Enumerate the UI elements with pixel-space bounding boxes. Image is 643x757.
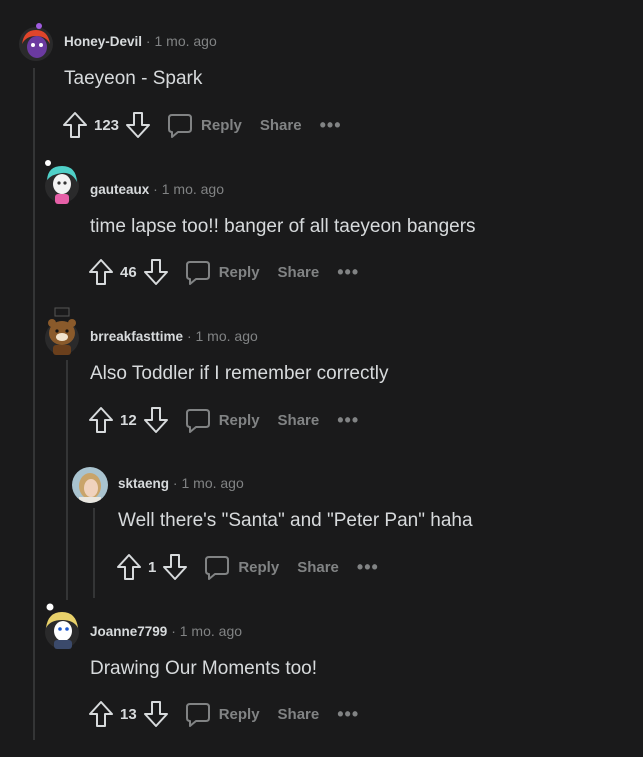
- avatar-brreakfasttime-icon: [45, 307, 79, 355]
- meta-separator: ·: [186, 328, 192, 344]
- comment-body: Also Toddler if I remember correctly: [90, 363, 389, 384]
- avatar[interactable]: [16, 22, 53, 61]
- reply-label: Reply: [218, 411, 260, 429]
- thread-line-sktaeng[interactable]: [93, 508, 95, 598]
- reply-button[interactable]: Reply: [185, 259, 260, 285]
- share-button[interactable]: Share: [278, 412, 320, 429]
- more-horizontal-icon[interactable]: •••: [337, 410, 359, 431]
- share-button[interactable]: Share: [278, 706, 320, 723]
- reply-button[interactable]: Reply: [204, 554, 279, 580]
- vote-count: 12: [120, 411, 137, 429]
- avatar-sktaeng-icon: [72, 467, 108, 503]
- speech-bubble-icon: [205, 556, 230, 580]
- timestamp[interactable]: 1 mo. ago: [196, 328, 258, 344]
- reply-button[interactable]: Reply: [185, 701, 260, 727]
- share-button[interactable]: Share: [278, 264, 320, 281]
- arrow-down-icon[interactable]: [143, 406, 169, 434]
- timestamp[interactable]: 1 mo. ago: [181, 475, 243, 491]
- speech-bubble-icon: [168, 114, 193, 138]
- author-name[interactable]: sktaeng: [118, 476, 169, 491]
- more-horizontal-icon[interactable]: •••: [337, 704, 359, 725]
- comment-body: Taeyeon - Spark: [64, 68, 203, 89]
- thread-line-brreakfasttime[interactable]: [66, 360, 68, 600]
- arrow-up-icon[interactable]: [88, 258, 114, 286]
- share-button[interactable]: Share: [260, 117, 302, 134]
- avatar-joanne7799-icon: [45, 603, 79, 649]
- avatar[interactable]: [42, 306, 79, 355]
- arrow-up-icon[interactable]: [88, 406, 114, 434]
- arrow-down-icon[interactable]: [143, 700, 169, 728]
- timestamp[interactable]: 1 mo. ago: [180, 623, 242, 639]
- more-horizontal-icon[interactable]: •••: [357, 557, 379, 578]
- arrow-down-icon[interactable]: [143, 258, 169, 286]
- timestamp[interactable]: 1 mo. ago: [154, 33, 216, 49]
- avatar-gauteaux-icon: [45, 160, 79, 204]
- author-name[interactable]: Honey-Devil: [64, 34, 142, 49]
- vote-count: 1: [148, 558, 157, 576]
- meta-separator: ·: [172, 475, 178, 491]
- reply-label: Reply: [238, 558, 280, 576]
- avatar-honey-devil-icon: [19, 23, 53, 61]
- arrow-up-icon[interactable]: [62, 111, 88, 139]
- speech-bubble-icon: [185, 703, 210, 727]
- author-name[interactable]: brreakfasttime: [90, 329, 183, 344]
- share-button[interactable]: Share: [297, 559, 339, 576]
- comment-body: time lapse too!! banger of all taeyeon b…: [90, 216, 476, 237]
- reply-label: Reply: [201, 116, 242, 134]
- avatar[interactable]: [71, 466, 108, 503]
- avatar[interactable]: [42, 160, 79, 204]
- speech-bubble-icon: [185, 409, 210, 433]
- reply-button[interactable]: Reply: [167, 112, 242, 138]
- meta-separator: ·: [153, 181, 158, 197]
- arrow-up-icon[interactable]: [116, 553, 142, 581]
- comment-body: Well there's "Santa" and "Peter Pan" hah…: [118, 510, 473, 531]
- thread-line-root[interactable]: [33, 68, 35, 740]
- avatar[interactable]: [42, 602, 79, 649]
- more-horizontal-icon[interactable]: •••: [320, 115, 342, 136]
- reply-label: Reply: [218, 263, 260, 281]
- author-name[interactable]: Joanne7799: [90, 624, 167, 639]
- vote-count: 13: [120, 705, 137, 723]
- comment-body: Drawing Our Moments too!: [90, 658, 318, 679]
- reply-button[interactable]: Reply: [185, 407, 260, 433]
- reply-label: Reply: [218, 705, 260, 723]
- vote-count: 123: [94, 116, 120, 134]
- meta-separator: ·: [145, 33, 151, 49]
- vote-count: 46: [120, 263, 137, 281]
- meta-separator: ·: [171, 623, 176, 639]
- arrow-up-icon[interactable]: [88, 700, 114, 728]
- more-horizontal-icon[interactable]: •••: [337, 262, 359, 283]
- arrow-down-icon[interactable]: [125, 111, 151, 139]
- arrow-down-icon[interactable]: [162, 553, 188, 581]
- author-name[interactable]: gauteaux: [90, 182, 149, 197]
- speech-bubble-icon: [185, 261, 210, 285]
- timestamp[interactable]: 1 mo. ago: [162, 181, 224, 197]
